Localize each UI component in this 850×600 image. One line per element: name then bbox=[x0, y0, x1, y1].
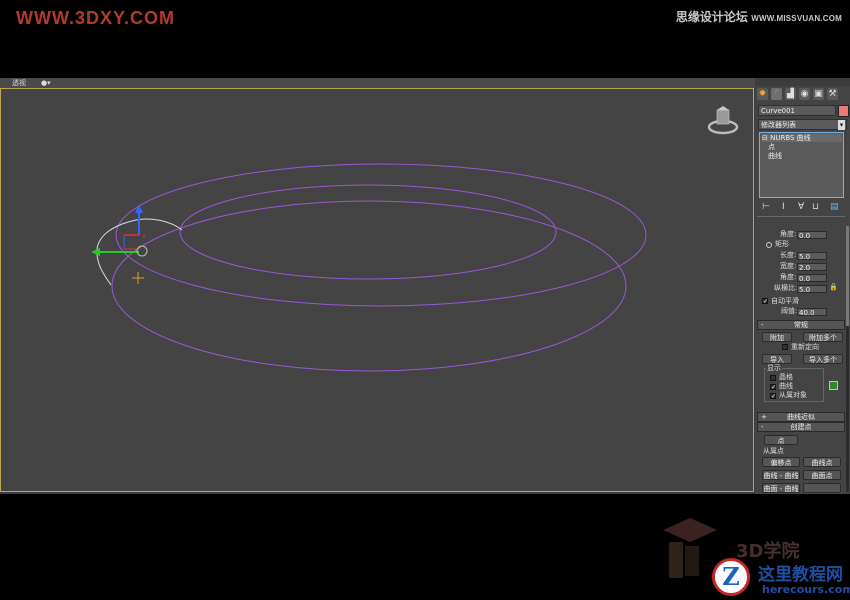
angle-label: 角度: bbox=[780, 230, 797, 238]
rectangular-label: 矩形 bbox=[775, 240, 789, 248]
curve-point-button[interactable]: 曲线点 bbox=[803, 457, 841, 467]
threshold-spinner[interactable]: 40.0 bbox=[797, 308, 827, 317]
collapse-icon: - bbox=[761, 423, 764, 431]
threshold-label: 阈值: bbox=[781, 307, 798, 315]
make-unique-icon[interactable]: ∀ bbox=[798, 203, 804, 212]
aspect-label: 纵横比: bbox=[774, 284, 798, 292]
stack-toolbar: ⊢ Ⅰ ∀ ⊔ ▤ bbox=[758, 202, 847, 214]
collapse-icon[interactable]: ⊟ bbox=[762, 134, 770, 142]
aspect-spinner[interactable]: 5.0 bbox=[797, 285, 827, 294]
configure-sets-icon[interactable]: ▤ bbox=[830, 203, 839, 212]
attach-button[interactable]: 附加 bbox=[762, 332, 792, 342]
reorient-label: 重新定向 bbox=[791, 343, 819, 351]
angle2-label: 角度: bbox=[780, 273, 797, 281]
watermark-missvuan-cn: 思缘设计论坛 bbox=[675, 10, 748, 24]
rollout-general[interactable]: - 常规 bbox=[757, 320, 845, 330]
surf-curve-button[interactable]: 曲面 - 曲线 bbox=[762, 483, 800, 493]
divider bbox=[757, 216, 845, 217]
display-label: 显示 bbox=[766, 364, 782, 373]
create-icon[interactable]: ✹ bbox=[757, 88, 768, 100]
show-end-result-icon[interactable]: Ⅰ bbox=[782, 203, 785, 212]
view-dropdown-icon[interactable]: ● ▾ bbox=[41, 78, 51, 88]
modifier-stack[interactable]: ⊟ NURBS 曲线 点 曲线 bbox=[759, 132, 844, 198]
width-label: 宽度: bbox=[780, 262, 797, 270]
display-icon[interactable]: ▣ bbox=[813, 88, 824, 100]
modifier-list-label: 修改器列表 bbox=[761, 121, 796, 129]
dependent-points-label: 从属点 bbox=[763, 447, 784, 455]
viewcube bbox=[707, 106, 739, 135]
import-multiple-button[interactable]: 导入多个 bbox=[803, 354, 843, 364]
watermark-herecours-cn: 这里教程网 bbox=[758, 565, 843, 585]
width-spinner[interactable]: 2.0 bbox=[797, 263, 827, 272]
watermark-missvuan: 思缘设计论坛 WWW.MISSVUAN.COM bbox=[676, 8, 842, 25]
stack-root-label: NURBS 曲线 bbox=[770, 134, 811, 142]
modify-icon[interactable]: ◜ bbox=[771, 88, 782, 100]
auto-smooth-checkbox[interactable]: ✓ bbox=[762, 298, 768, 305]
motion-icon[interactable]: ◉ bbox=[799, 88, 810, 100]
rollout-curve-approximation-title: 曲线近似 bbox=[787, 413, 815, 421]
modifier-list-dropdown[interactable]: 修改器列表 ▾ bbox=[758, 119, 847, 130]
object-color-swatch[interactable] bbox=[838, 105, 849, 117]
dependents-label: 从属对象 bbox=[779, 391, 807, 399]
rollout-create-points[interactable]: - 创建点 bbox=[757, 422, 845, 432]
lattices-checkbox[interactable] bbox=[770, 375, 776, 381]
command-panel-tabs: ✹ ◜ ▟ ◉ ▣ ⚒ bbox=[757, 88, 847, 102]
rollout-curve-approximation[interactable]: + 曲线近似 bbox=[757, 412, 845, 422]
svg-text:x: x bbox=[142, 233, 146, 240]
import-button[interactable]: 导入 bbox=[762, 354, 792, 364]
stack-item-nurbs[interactable]: ⊟ NURBS 曲线 bbox=[762, 134, 842, 142]
lock-icon[interactable]: 🔒 bbox=[829, 283, 838, 292]
surf-point-button[interactable]: 曲面点 bbox=[803, 470, 841, 480]
rollout-general-title: 常规 bbox=[794, 321, 808, 329]
offset-point-button[interactable]: 偏移点 bbox=[762, 457, 800, 467]
torus-bottom-curve bbox=[111, 200, 627, 372]
pin-stack-icon[interactable]: ⊢ bbox=[762, 203, 770, 212]
panel-scrollbar-thumb[interactable] bbox=[846, 226, 849, 326]
stack-item-point[interactable]: 点 bbox=[768, 143, 775, 151]
curve-curve-button[interactable]: 曲线 - 曲线 bbox=[762, 470, 800, 480]
point-button[interactable]: 点 bbox=[764, 435, 798, 445]
length-spinner[interactable]: 5.0 bbox=[797, 252, 827, 261]
angle-spinner[interactable]: 0.0 bbox=[797, 231, 827, 240]
nurbs-toolbox-icon[interactable] bbox=[829, 381, 838, 390]
remove-modifier-icon[interactable]: ⊔ bbox=[812, 203, 819, 212]
herecours-logo-letter: Z bbox=[722, 562, 740, 591]
length-label: 长度: bbox=[780, 251, 797, 259]
collapse-icon: - bbox=[761, 321, 764, 329]
rectangular-radio[interactable] bbox=[766, 242, 772, 248]
hierarchy-icon[interactable]: ▟ bbox=[785, 88, 796, 100]
attach-multiple-button[interactable]: 附加多个 bbox=[803, 332, 843, 342]
angle2-spinner[interactable]: 0.0 bbox=[797, 274, 827, 283]
watermark-herecours-url: herecours.com bbox=[762, 583, 850, 596]
curves-label: 曲线 bbox=[779, 382, 793, 390]
auto-smooth-label: 自动平滑 bbox=[771, 297, 799, 305]
herecours-logo: Z bbox=[712, 558, 750, 596]
torus-inner-top-curve bbox=[179, 184, 557, 280]
dependents-checkbox[interactable]: ✓ bbox=[770, 393, 776, 400]
perspective-viewport[interactable]: x bbox=[0, 88, 754, 492]
curves-checkbox[interactable]: ✓ bbox=[770, 384, 776, 391]
watermark-missvuan-url: WWW.MISSVUAN.COM bbox=[751, 14, 842, 23]
empty-button[interactable] bbox=[803, 483, 841, 493]
rollout-create-points-title: 创建点 bbox=[790, 423, 812, 431]
utilities-icon[interactable]: ⚒ bbox=[827, 88, 838, 100]
stack-item-curve[interactable]: 曲线 bbox=[768, 152, 782, 160]
reorient-checkbox[interactable] bbox=[782, 344, 788, 350]
viewport-label[interactable]: 透视 bbox=[12, 78, 26, 88]
watermark-3dxy: WWW.3DXY.COM bbox=[16, 8, 175, 28]
viewport-header: 透视 ● ▾ bbox=[0, 78, 755, 88]
pivot-crosshair bbox=[132, 272, 144, 284]
object-name-field[interactable]: Curve001 bbox=[758, 105, 836, 116]
expand-icon: + bbox=[761, 413, 767, 421]
lattices-label: 晶格 bbox=[779, 373, 793, 381]
chevron-down-icon: ▾ bbox=[838, 120, 845, 130]
